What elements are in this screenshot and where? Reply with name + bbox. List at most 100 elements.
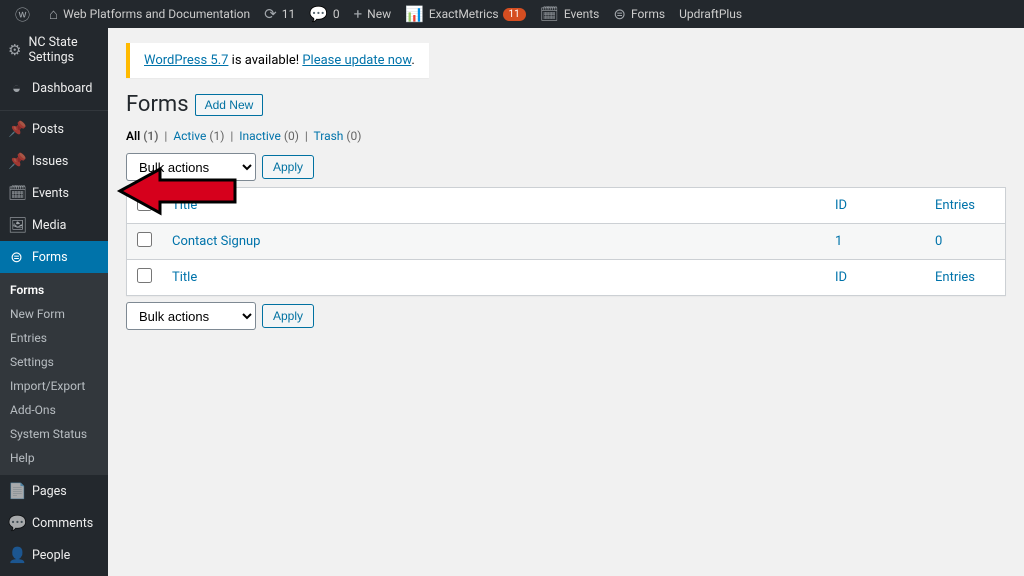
wp-logo[interactable]: ⓦ [8,0,42,28]
col-id[interactable]: ID [825,188,925,224]
sidebar-item-issues[interactable]: 📌 Issues [0,145,108,177]
update-notice: WordPress 5.7 is available! Please updat… [126,43,429,78]
apply-button-bottom[interactable]: Apply [262,304,314,328]
submenu-entries[interactable]: Entries [0,326,108,350]
sidebar-label: People [32,548,70,563]
row-checkbox[interactable] [137,232,152,247]
home-icon: ⌂ [49,5,58,23]
notice-text: is available! [228,53,302,68]
submenu-importexport[interactable]: Import/Export [0,374,108,398]
select-all-header [127,188,162,224]
sidebar-item-dashboard[interactable]: ◒ Dashboard [0,72,108,104]
submenu-settings[interactable]: Settings [0,350,108,374]
select-all-checkbox[interactable] [137,196,152,211]
col-id-footer[interactable]: ID [825,259,925,295]
col-entries[interactable]: Entries [925,188,1005,224]
col-entries-footer[interactable]: Entries [925,259,1005,295]
updates-link[interactable]: ⟳11 [257,0,302,28]
exactmetrics-badge: 11 [503,8,526,21]
exactmetrics-label: ExactMetrics [429,7,499,21]
updates-icon: ⟳ [264,5,277,23]
col-title-footer[interactable]: Title [162,259,825,295]
wordpress-icon: ⓦ [15,4,30,25]
sidebar-item-forms[interactable]: ⊜ Forms [0,241,108,273]
add-new-button[interactable]: Add New [195,94,264,116]
tablenav-top: Bulk actions Apply [126,153,1006,181]
page-heading: Forms Add New [126,92,1006,117]
sidebar-item-events[interactable]: 🗓 Events [0,177,108,209]
forms-label: Forms [631,7,665,21]
updraft-label: UpdraftPlus [679,7,742,21]
events-label: Events [564,7,600,21]
sidebar-label: Forms [32,250,68,265]
page-icon: 📄 [8,482,25,500]
events-link[interactable]: 🗓Events [533,0,607,28]
chart-icon: 📊 [405,5,424,23]
sidebar-label: Pages [32,484,67,499]
user-icon: 👤 [8,546,25,564]
dashboard-icon: ◒ [8,79,25,97]
sidebar-submenu: Forms New Form Entries Settings Import/E… [0,273,108,475]
forms-icon: ⊜ [8,248,25,266]
form-entries-link[interactable]: 0 [935,234,942,249]
filter-active[interactable]: Active [173,129,206,143]
sidebar-item-comments[interactable]: 💬 Comments [0,507,108,539]
wp-version-link[interactable]: WordPress 5.7 [144,53,228,68]
filter-all[interactable]: All (1) [126,129,158,143]
tablenav-bottom: Bulk actions Apply [126,302,1006,330]
comments-count: 0 [333,7,340,21]
sidebar-item-ncstate[interactable]: ⚙ NC State Settings [0,28,108,72]
exactmetrics-link[interactable]: 📊 ExactMetrics 11 [398,0,533,28]
forms-icon: ⊜ [613,5,626,23]
site-name-link[interactable]: ⌂ Web Platforms and Documentation [42,0,257,28]
forms-table: Title ID Entries Contact Signup 1 0 Titl… [126,187,1006,296]
select-all-footer [127,259,162,295]
filter-links: All (1) | Active (1) | Inactive (0) | Tr… [126,129,1006,143]
calendar-icon: 🗓 [8,184,25,202]
forms-link[interactable]: ⊜ Forms [606,0,672,28]
comment-icon: 💬 [8,514,25,532]
pin-icon: 📌 [8,120,25,138]
submenu-newform[interactable]: New Form [0,302,108,326]
comment-icon: 💬 [309,5,328,23]
sidebar-label: Comments [32,516,93,531]
table-row: Contact Signup 1 0 [127,224,1005,259]
update-now-link[interactable]: Please update now [302,53,411,68]
select-all-checkbox-bottom[interactable] [137,268,152,283]
submenu-help[interactable]: Help [0,446,108,470]
sidebar-label: Media [32,218,66,233]
updraft-link[interactable]: UpdraftPlus [672,0,749,28]
admin-sidebar: ⚙ NC State Settings ◒ Dashboard 📌Posts 📌 Is… [0,28,108,576]
media-icon: 🖼 [8,216,25,234]
sidebar-label: Issues [32,154,68,169]
bulk-actions-select-bottom[interactable]: Bulk actions [126,302,256,330]
sidebar-item-media[interactable]: 🖼 Media [0,209,108,241]
gear-icon: ⚙ [8,41,21,59]
form-title-link[interactable]: Contact Signup [172,234,261,249]
admin-toolbar: ⓦ ⌂Web Platforms and Documentation ⟳11 💬… [0,0,1024,28]
filter-inactive[interactable]: Inactive [239,129,281,143]
sidebar-item-pages[interactable]: 📄 Pages [0,475,108,507]
sidebar-label: NC State Settings [28,35,100,65]
sidebar-item-posts[interactable]: 📌Posts [0,113,108,145]
sidebar-item-people[interactable]: 👤 People [0,539,108,571]
submenu-forms[interactable]: Forms [0,278,108,302]
sidebar-label: Events [32,186,69,201]
bulk-actions-select[interactable]: Bulk actions [126,153,256,181]
new-content-link[interactable]: +New [347,0,398,28]
submenu-addons[interactable]: Add-Ons [0,398,108,422]
site-title: Web Platforms and Documentation [63,7,250,21]
sidebar-label: Dashboard [32,81,92,96]
menu-separator [0,106,108,111]
apply-button[interactable]: Apply [262,155,314,179]
sidebar-item-tutorials[interactable]: 📌Tutorials [0,571,108,576]
pin-icon: 📌 [8,152,25,170]
form-id-link[interactable]: 1 [835,234,842,249]
comments-link[interactable]: 💬0 [302,0,346,28]
new-label: New [367,7,391,21]
submenu-systemstatus[interactable]: System Status [0,422,108,446]
col-title[interactable]: Title [162,188,825,224]
content-area: WordPress 5.7 is available! Please updat… [108,28,1024,576]
page-title: Forms [126,92,189,117]
filter-trash[interactable]: Trash [314,129,344,143]
